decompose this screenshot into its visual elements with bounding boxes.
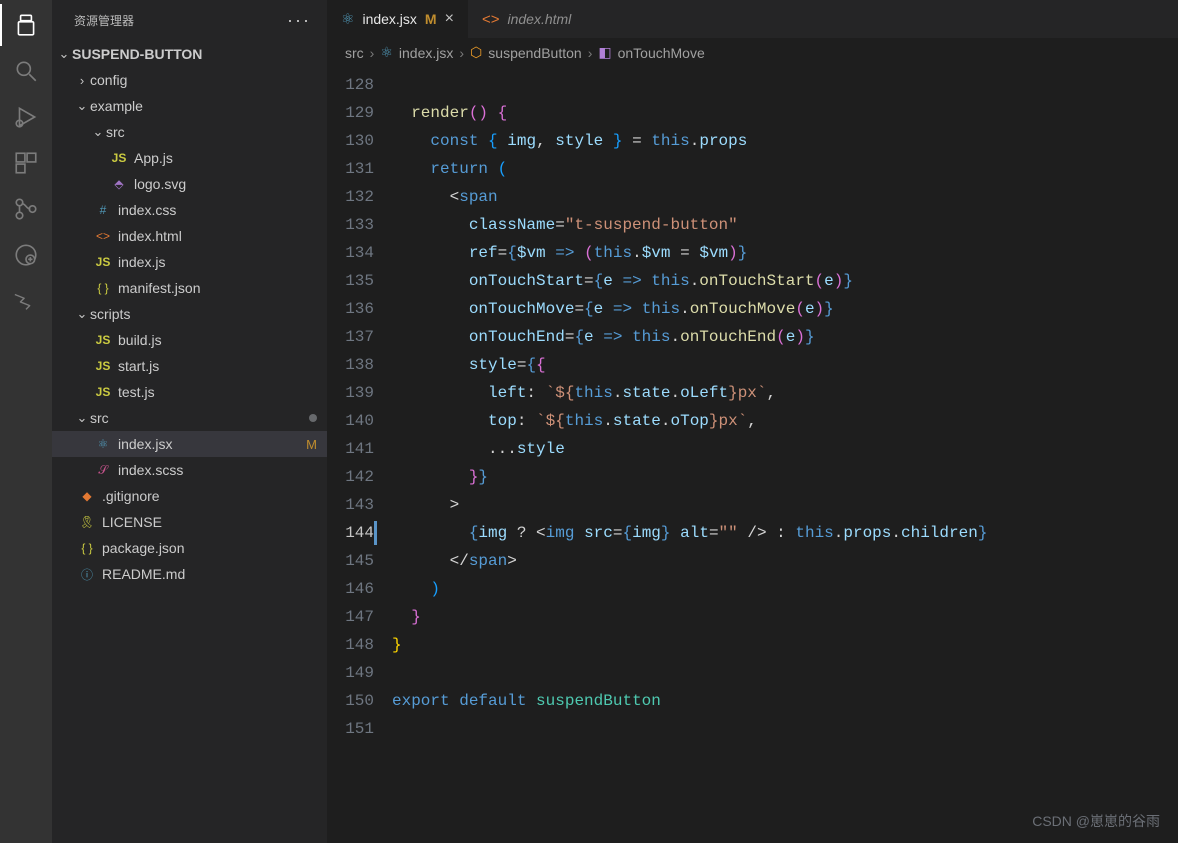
html-icon: <> bbox=[482, 11, 500, 28]
method-icon: ◧ bbox=[598, 44, 611, 61]
folder-scripts[interactable]: ⌄scripts bbox=[52, 301, 327, 327]
file-index-html[interactable]: <>index.html bbox=[52, 223, 327, 249]
file-test-js[interactable]: JStest.js bbox=[52, 379, 327, 405]
tab-index-jsx[interactable]: ⚛ index.jsx M × bbox=[327, 0, 468, 38]
file-package-json[interactable]: { }package.json bbox=[52, 535, 327, 561]
remote-explorer-icon[interactable] bbox=[13, 242, 39, 268]
editor-group: ⚛ index.jsx M × <> index.html src› ⚛inde… bbox=[327, 0, 1178, 843]
file-gitignore[interactable]: ◆.gitignore bbox=[52, 483, 327, 509]
file-index-css[interactable]: #index.css bbox=[52, 197, 327, 223]
close-icon[interactable]: × bbox=[445, 10, 454, 28]
code-lines: render() { const { img, style } = this.p… bbox=[392, 67, 987, 843]
tab-index-html[interactable]: <> index.html bbox=[468, 0, 585, 38]
file-readme[interactable]: ⓘREADME.md bbox=[52, 561, 327, 587]
explorer-header: 资源管理器 ··· bbox=[52, 0, 327, 41]
file-index-scss[interactable]: 𝒮index.scss bbox=[52, 457, 327, 483]
file-start-js[interactable]: JSstart.js bbox=[52, 353, 327, 379]
react-icon: ⚛ bbox=[380, 44, 393, 61]
file-build-js[interactable]: JSbuild.js bbox=[52, 327, 327, 353]
folder-src[interactable]: ⌄src bbox=[52, 405, 327, 431]
modified-dot-icon bbox=[309, 414, 317, 422]
watermark: CSDN @崽崽的谷雨 bbox=[1032, 811, 1160, 831]
class-icon: ⬡ bbox=[470, 44, 482, 61]
extensions-icon[interactable] bbox=[13, 150, 39, 176]
explorer-icon[interactable] bbox=[13, 12, 39, 38]
file-tree: ⌄SUSPEND-BUTTON ›config ⌄example ⌄src JS… bbox=[52, 41, 327, 843]
breadcrumb[interactable]: src› ⚛index.jsx› ⬡suspendButton› ◧onTouc… bbox=[327, 38, 1178, 67]
run-debug-icon[interactable] bbox=[13, 104, 39, 130]
file-index-js[interactable]: JSindex.js bbox=[52, 249, 327, 275]
folder-example-src[interactable]: ⌄src bbox=[52, 119, 327, 145]
sidebar-explorer: 资源管理器 ··· ⌄SUSPEND-BUTTON ›config ⌄examp… bbox=[52, 0, 327, 843]
more-actions-icon[interactable]: ··· bbox=[287, 10, 311, 31]
search-icon[interactable] bbox=[13, 58, 39, 84]
file-app-js[interactable]: JSApp.js bbox=[52, 145, 327, 171]
code-editor[interactable]: 1281291301311321331341351361371381391401… bbox=[327, 67, 1178, 843]
tab-bar: ⚛ index.jsx M × <> index.html bbox=[327, 0, 1178, 38]
file-license[interactable]: 🎗LICENSE bbox=[52, 509, 327, 535]
react-icon: ⚛ bbox=[341, 10, 354, 28]
explorer-title: 资源管理器 bbox=[74, 12, 134, 29]
line-gutter: 1281291301311321331341351361371381391401… bbox=[327, 67, 392, 843]
tool-icon[interactable] bbox=[13, 288, 39, 314]
file-logo-svg[interactable]: ⬘logo.svg bbox=[52, 171, 327, 197]
folder-example[interactable]: ⌄example bbox=[52, 93, 327, 119]
file-index-jsx[interactable]: ⚛index.jsxM bbox=[52, 431, 327, 457]
source-control-icon[interactable] bbox=[13, 196, 39, 222]
activity-bar bbox=[0, 0, 52, 843]
file-manifest-json[interactable]: { }manifest.json bbox=[52, 275, 327, 301]
project-root[interactable]: ⌄SUSPEND-BUTTON bbox=[52, 41, 327, 67]
folder-config[interactable]: ›config bbox=[52, 67, 327, 93]
